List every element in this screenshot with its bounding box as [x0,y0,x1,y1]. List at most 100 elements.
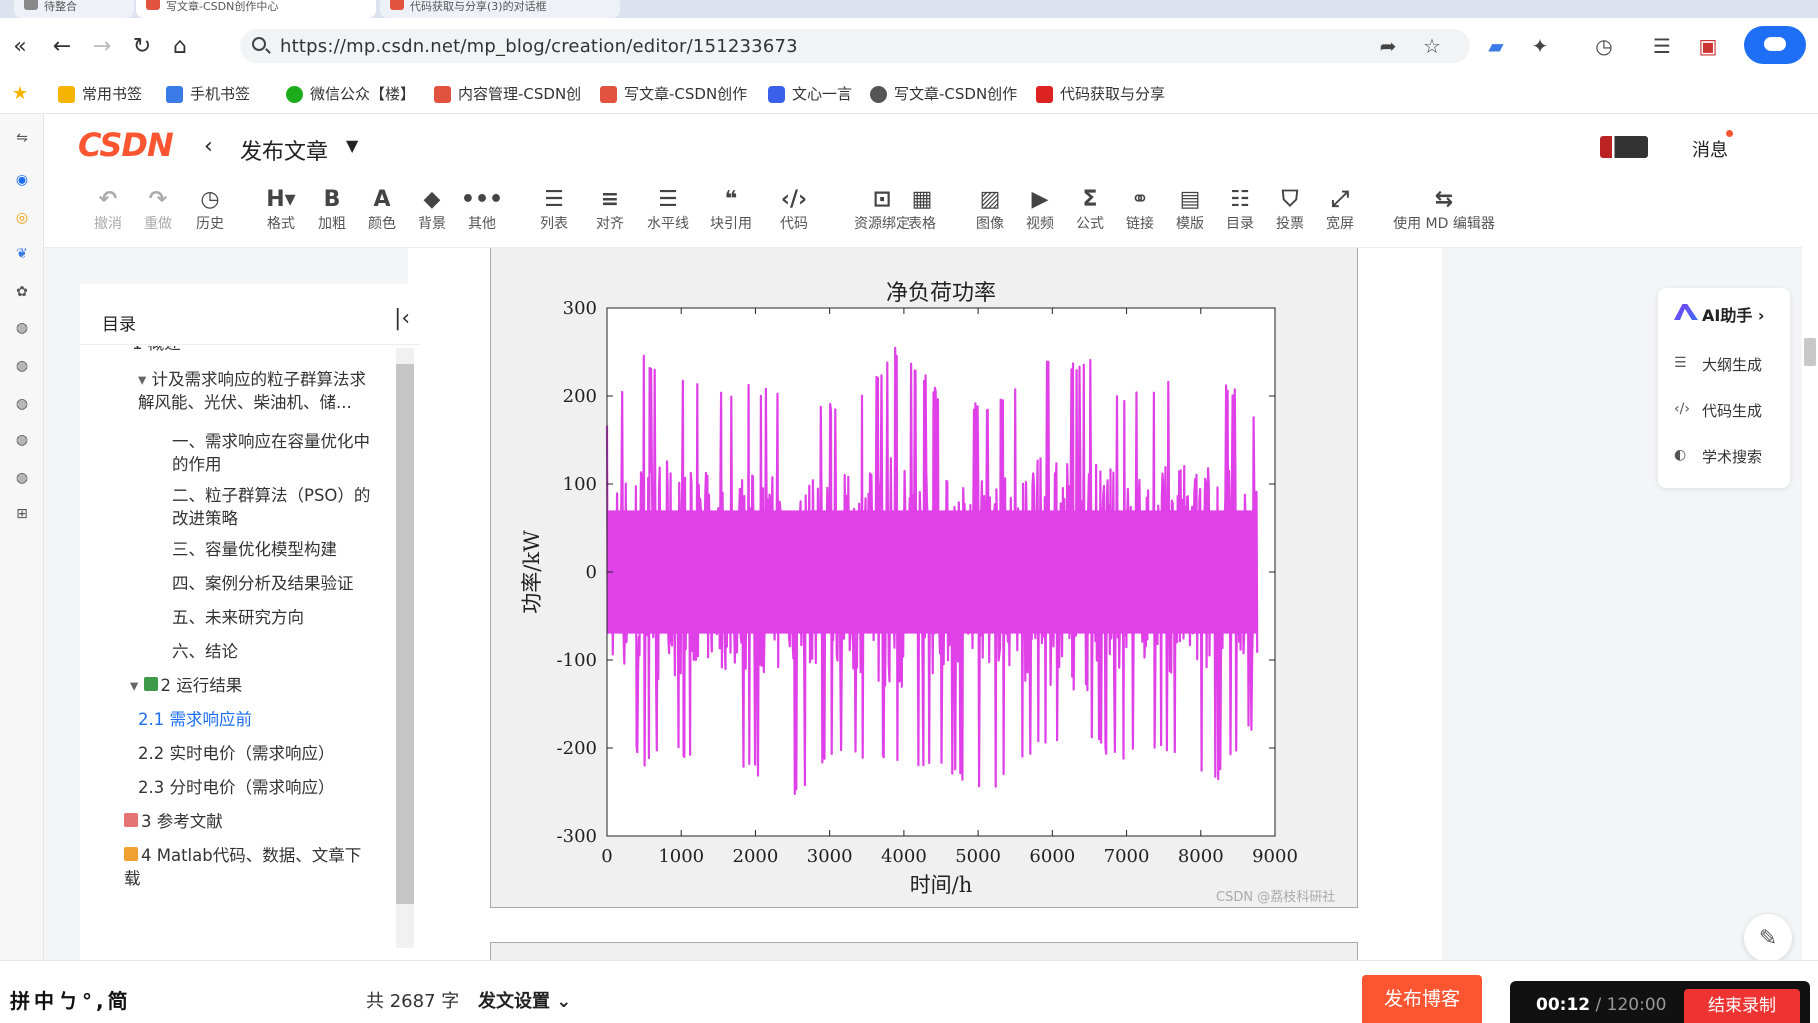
toolbar-code-button[interactable]: ‹/› 代码 [764,186,824,242]
bookmark-item[interactable]: 手机书签 [166,84,250,104]
x-tick-label: 1000 [658,846,704,867]
history-clock-icon[interactable]: ◷ [1590,32,1618,60]
toolbar-more-button[interactable]: ••• 其他 [452,186,512,242]
toolbar-table-button[interactable]: ▦ 表格 [892,186,952,242]
toc-item[interactable]: 六、结论 [172,640,392,663]
bookmark-item[interactable]: 写文章-CSDN创作 [870,84,1017,104]
line-chart: 0 1000 2000 3000 4000 5000 6000 7000 8000 9000300… [520,281,1298,897]
embedded-figure[interactable]: 0 1000 2000 3000 4000 5000 6000 7000 8000 9000 300… [490,248,1358,908]
ai-search-button[interactable]: ◐ 学术搜索 [1674,446,1762,467]
bookmark-item[interactable]: 内容管理-CSDN创 [434,84,581,104]
x-tick-label: 2000 [733,846,779,867]
collapse-toc-icon[interactable]: |‹ [394,306,410,331]
page-scroll-thumb[interactable] [1804,338,1816,366]
y-axis-label: 功率/kW [520,530,544,614]
back-icon[interactable]: ← [48,32,76,60]
toolbar-history-button[interactable]: ◷ 历史 [180,186,240,242]
section-emoji-icon [143,677,158,691]
caret-down-icon[interactable]: ▼ [346,136,358,155]
align-icon: ≡ [600,187,620,212]
table-icon: ▦ [911,187,933,212]
globe-icon[interactable]: ◍ [12,430,32,450]
toc-item[interactable]: ▾ 计及需求响应的粒子群算法求解风能、光伏、柴油机、储... [138,368,382,414]
ai-code-button[interactable]: ‹/› 代码生成 [1674,400,1762,421]
extension-icon[interactable]: ▰ [1482,32,1510,60]
globe-icon [870,86,887,103]
toolbar-redo-button[interactable]: ↷ 重做 [128,186,188,242]
lotus-icon[interactable]: ✿ [12,282,32,302]
expand-caret-icon[interactable]: ▾ [138,370,152,389]
toc-item[interactable]: 五、未来研究方向 [172,606,392,629]
share-icon[interactable]: ➦ [1374,32,1402,60]
bookmark-item[interactable]: 代码获取与分享 [1036,84,1165,104]
wenxin-icon [768,86,785,103]
ime-status[interactable]: 拼中ㄅ°,简 [10,985,132,1014]
toc-item[interactable]: 四、案例分析及结果验证 [172,572,392,595]
bookmark-item[interactable]: 文心一言 [768,84,852,104]
y-tick-label: -300 [557,826,597,847]
toolbar-list-button[interactable]: ☰ 列表 [524,186,584,242]
bookmark-item[interactable]: 微信公众【楼】 [286,84,415,104]
csdn-logo[interactable]: CSDN [78,126,174,164]
globe-icon[interactable]: ◍ [12,318,32,338]
toolbar-md-switch-button[interactable]: ⇆ 使用 MD 编辑器 [1384,186,1504,242]
toc-item[interactable]: 二、粒子群算法（PSO）的改进策略 [172,484,372,530]
stop-recording-button[interactable]: 结束录制 [1684,989,1800,1023]
recording-bar: 00:12 / 120:00 结束录制 [1510,981,1810,1023]
page-scrollbar[interactable] [1802,114,1818,960]
avatar[interactable] [1600,136,1648,158]
toc-item[interactable]: 3 参考文献 [124,810,374,833]
expand-caret-icon[interactable]: ▾ [130,676,144,695]
browser-tab[interactable]: 待整合 [14,0,134,18]
profile-icon[interactable]: ▣ [1694,32,1722,60]
globe-icon[interactable]: ◍ [12,394,32,414]
toc-item[interactable]: 一、需求响应在容量优化中的作用 [172,430,372,476]
add-icon[interactable]: ⊞ [12,504,32,524]
bookmark-item[interactable]: 写文章-CSDN创作 [600,84,747,104]
toc-item[interactable]: 2.1 需求响应前 [138,708,378,731]
edit-note-icon[interactable]: ✎ [1744,914,1792,962]
embedded-figure-next[interactable] [490,942,1358,962]
search-icon[interactable]: ◉ [12,170,32,190]
forward-icon[interactable]: → [88,32,116,60]
star-icon[interactable]: ☆ [1418,32,1446,60]
publish-settings-button[interactable]: 发文设置 ⌄ [478,987,571,1013]
url-input[interactable]: https://mp.csdn.net/mp_blog/creation/edi… [240,29,1470,63]
toc-item[interactable]: 4 Matlab代码、数据、文章下载 [124,844,374,890]
collapse-sidebar-icon[interactable]: « [6,32,34,60]
bookmark-item[interactable]: 常用书签 [58,84,142,104]
sidebar-toggle-icon[interactable]: ⇋ [12,128,32,148]
toc-item[interactable]: ▾ 2 运行结果 [130,674,350,697]
toolbar-quote-button[interactable]: ❝ 块引用 [701,186,761,242]
toc-item[interactable]: 2.3 分时电价（需求响应） [138,776,378,799]
toc-panel: 目录 |‹ 1 概述 ▾ 计及需求响应的粒子群算法求解风能、光伏、柴油机、储...… [80,284,420,964]
back-arrow-icon[interactable]: ‹ [204,134,213,159]
messages-link[interactable]: 消息 [1692,136,1728,162]
chart-title: 净负荷功率 [886,281,996,306]
reload-icon[interactable]: ↻ [128,32,156,60]
page-title: 发布文章 [240,140,329,165]
bookmark-star-icon[interactable]: ★ [12,84,28,104]
weibo-icon[interactable]: ◎ [12,208,32,228]
browser-tab-active[interactable]: 写文章-CSDN创作中心 [136,0,376,18]
toc-item[interactable]: 2.2 实时电价（需求响应） [138,742,378,765]
toc-item[interactable]: 三、容量优化模型构建 [172,538,392,561]
cloud-icon[interactable] [1744,26,1806,64]
toolbar-hr-button[interactable]: ☰ 水平线 [638,186,698,242]
folder-icon [58,86,75,103]
toolbar-align-button[interactable]: ≡ 对齐 [580,186,640,242]
home-icon[interactable]: ⌂ [166,32,194,60]
ai-assistant-title[interactable]: AI助手 › [1674,302,1765,326]
toolbar-widescreen-button[interactable]: ⤢ 宽屏 [1310,186,1370,242]
menu-icon[interactable]: ☰ [1648,32,1676,60]
globe-icon[interactable]: ◍ [12,468,32,488]
publish-button[interactable]: 发布博客 [1362,975,1482,1023]
toc-scroll-thumb[interactable] [396,364,414,904]
ai-outline-button[interactable]: ☰ 大纲生成 [1674,354,1762,375]
bird-icon[interactable]: ❦ [12,244,32,264]
toc-item-label: 2.2 实时电价（需求响应） [138,744,335,763]
browser-tab[interactable]: 代码获取与分享(3)的对话框 [380,0,620,18]
globe-icon[interactable]: ◍ [12,356,32,376]
toc-item[interactable]: 1 概述 [132,346,372,355]
puzzle-icon[interactable]: ✦ [1526,32,1554,60]
